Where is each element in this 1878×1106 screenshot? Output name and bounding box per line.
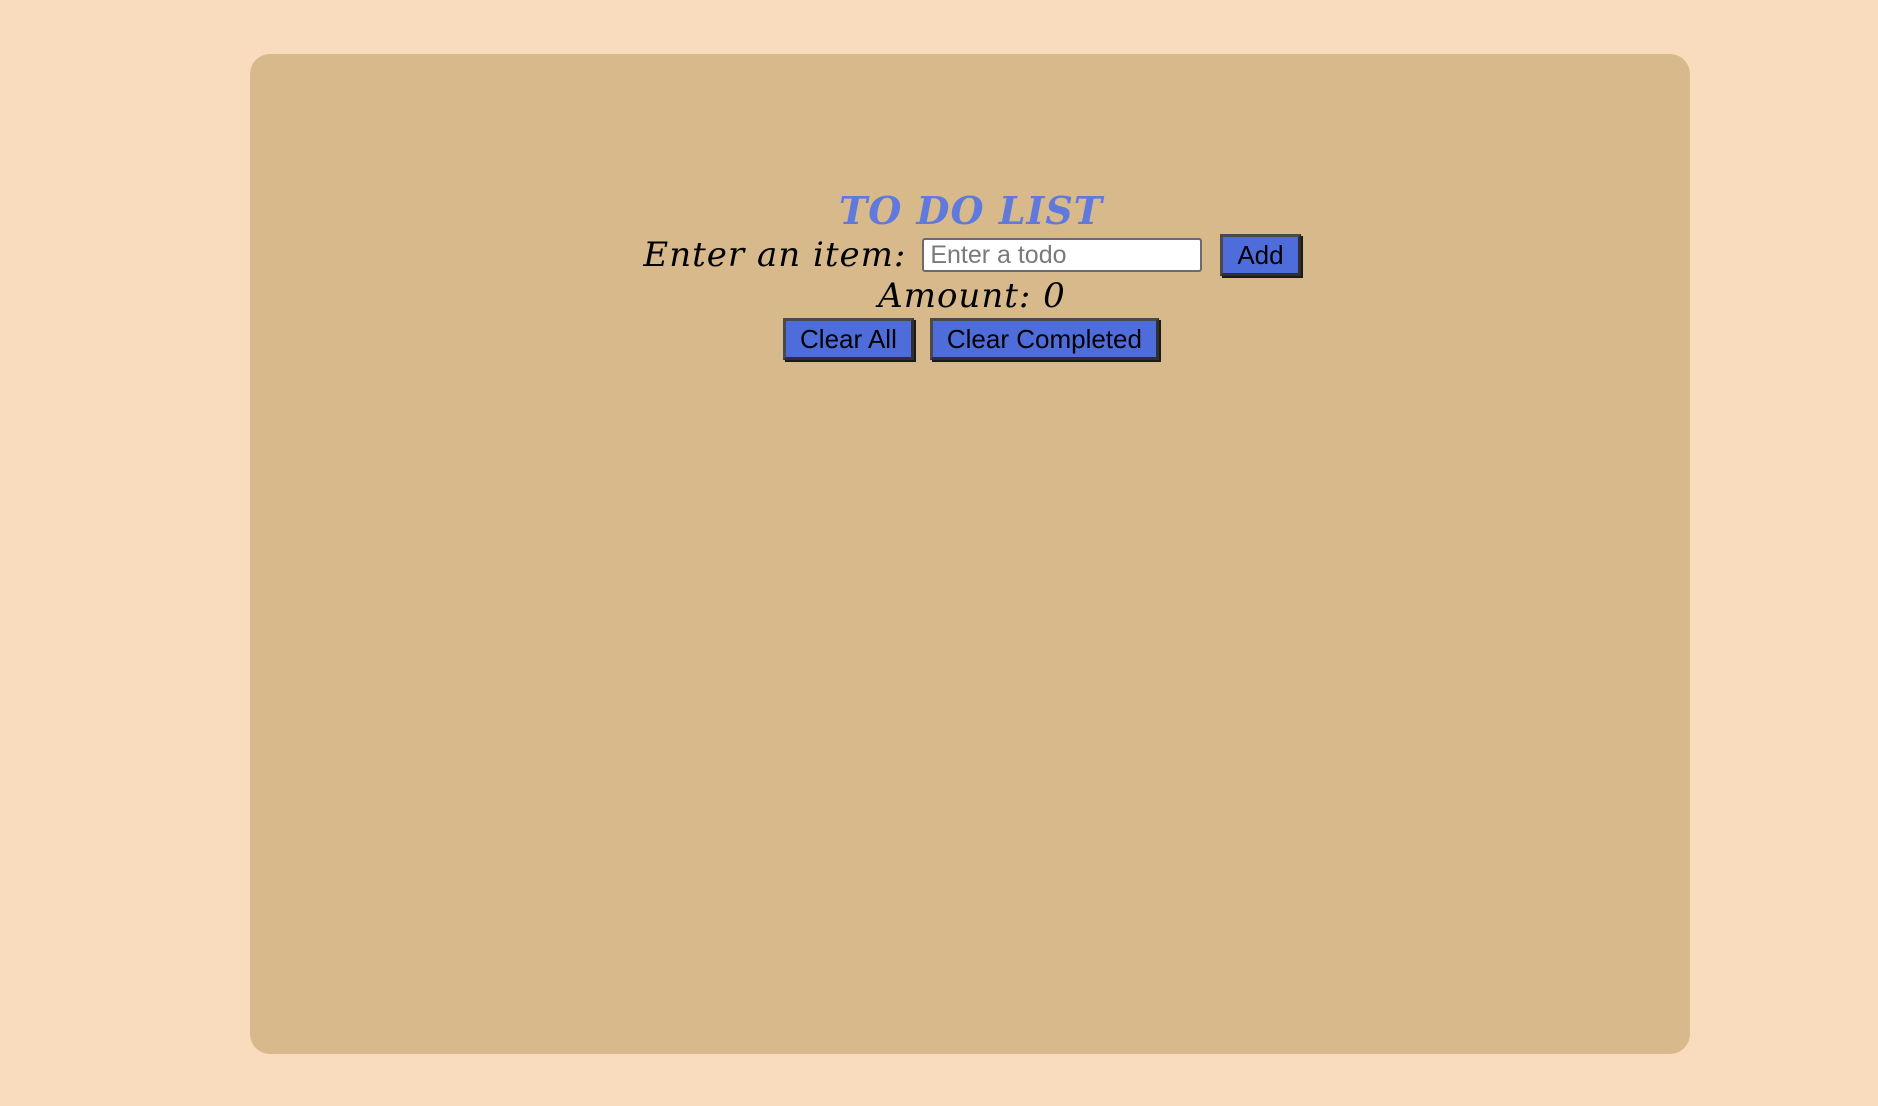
page-title: TO DO LIST — [838, 188, 1104, 233]
entry-label: Enter an item: — [643, 235, 907, 275]
clear-all-button[interactable]: Clear All — [783, 318, 914, 360]
todo-input[interactable] — [922, 238, 1203, 272]
clear-completed-button[interactable]: Clear Completed — [929, 318, 1159, 360]
todo-card: TO DO LIST Enter an item: Add Amount: 0 … — [250, 54, 1690, 1054]
amount-value: 0 — [1043, 276, 1066, 316]
actions-row: Clear All Clear Completed — [783, 318, 1159, 360]
amount-label: Amount: — [878, 276, 1032, 316]
add-button[interactable]: Add — [1220, 234, 1301, 276]
todo-content: TO DO LIST Enter an item: Add Amount: 0 … — [250, 190, 1690, 360]
amount-row: Amount: 0 — [878, 276, 1066, 316]
entry-row: Enter an item: Add — [643, 234, 1301, 276]
